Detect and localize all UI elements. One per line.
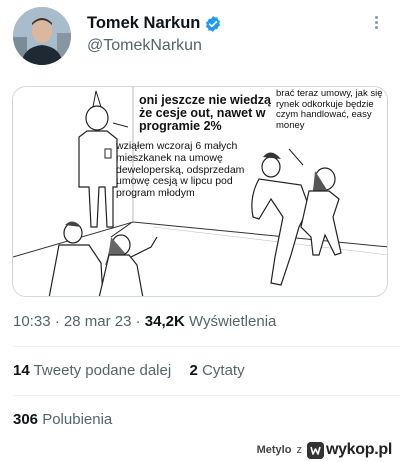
tweet-image[interactable]: oni jeszcze nie wiedzą że cesje out, naw… <box>12 86 388 297</box>
author-name-row: Tomek Narkun <box>87 14 222 33</box>
display-name[interactable]: Tomek Narkun <box>87 14 200 33</box>
author-handle[interactable]: @TomekNarkun <box>87 37 202 55</box>
wykop-watermark: Metylo z wykop.pl <box>257 441 392 459</box>
tweet-meta: 10:33 · 28 mar 23 · 34,2K Wyświetlenia <box>13 313 277 330</box>
views-count: 34,2K <box>144 313 185 330</box>
quotes-stat[interactable]: 2 Cytaty <box>190 362 245 379</box>
tweet-date[interactable]: 28 mar 23 <box>64 313 132 330</box>
wykop-logo-icon <box>306 441 324 459</box>
likes-count: 306 <box>13 411 39 428</box>
quotes-count: 2 <box>189 362 198 379</box>
avatar[interactable] <box>13 7 71 65</box>
watermark-site: wykop.pl <box>325 441 392 458</box>
engagement-stats: 14 Tweety podane dalej 2 Cytaty <box>13 362 245 379</box>
watermark-user: Metylo <box>256 444 292 456</box>
quotes-label: Cytaty <box>202 362 245 379</box>
retweets-count: 14 <box>13 362 30 379</box>
likes-stat[interactable]: 306 Polubienia <box>13 411 112 428</box>
divider <box>13 346 400 347</box>
meme-caption-right: brać teraz umowy, jak się rynek odkorkuj… <box>276 88 383 131</box>
views-label: Wyświetlenia <box>188 313 277 330</box>
retweets-label: Tweety podane dalej <box>33 362 172 379</box>
watermark-sep: z <box>296 444 302 456</box>
divider <box>13 395 400 396</box>
meme-caption-top: oni jeszcze nie wiedzą że cesje out, naw… <box>139 93 271 134</box>
verified-badge-icon <box>204 15 222 33</box>
meme-caption-middle: wziąłem wczoraj 6 małych mieszkanek na u… <box>116 140 245 199</box>
retweets-stat[interactable]: 14 Tweety podane dalej <box>13 362 175 379</box>
tweet-time[interactable]: 10:33 <box>13 313 51 330</box>
likes-label: Polubienia <box>42 411 113 428</box>
more-options-icon[interactable] <box>368 14 384 34</box>
